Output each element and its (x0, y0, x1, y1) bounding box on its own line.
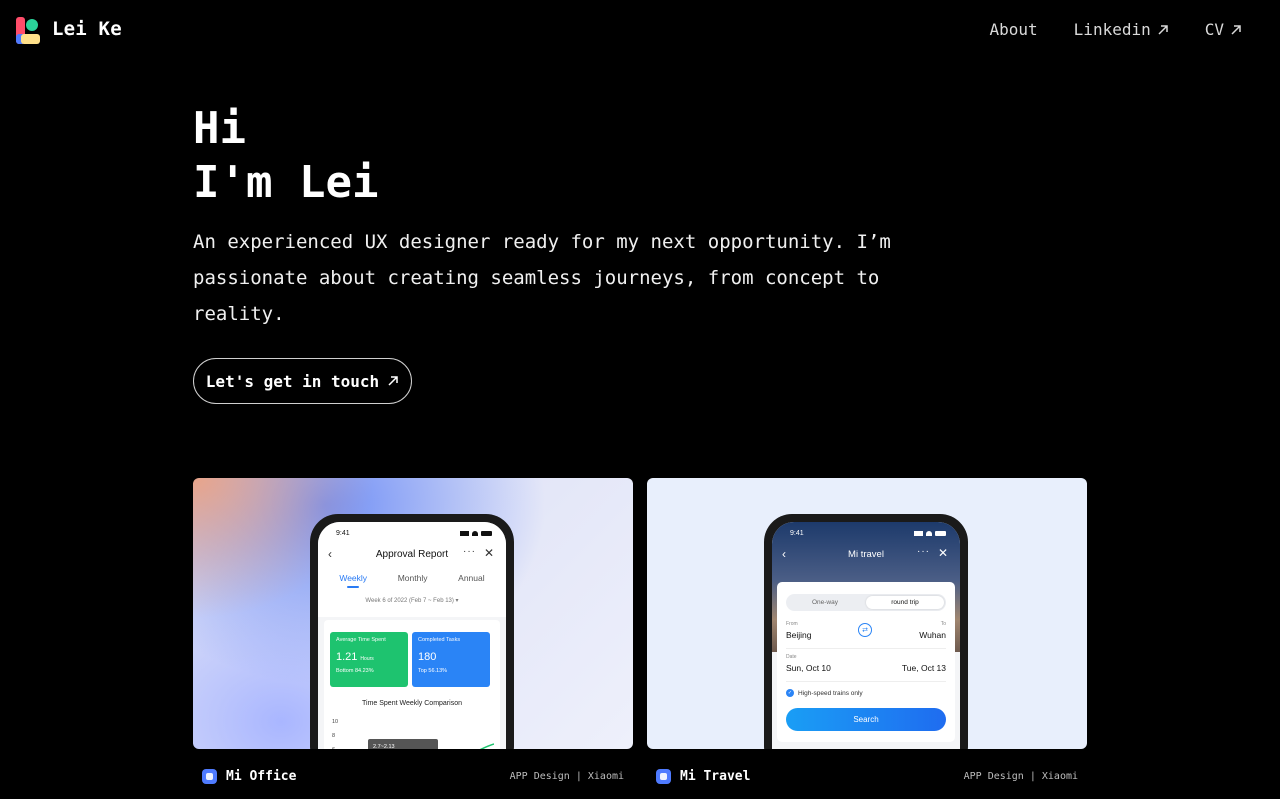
contact-button-label: Let's get in touch (205, 371, 380, 391)
date-label: Date (786, 654, 797, 660)
screen-title: Mi travel (848, 549, 884, 560)
more-icon: ··· (463, 546, 476, 557)
kpi-unit: Hours (360, 656, 374, 662)
project-caption-mi-travel[interactable]: Mi Travel APP Design | Xiaomi (647, 766, 1087, 786)
report-panel: Average Time Spent 1.21 Hours Bottom 84.2… (324, 620, 500, 749)
booking-form: One-way round trip From Beijing ⇄ To Wuh… (777, 582, 955, 742)
close-icon: ✕ (937, 546, 948, 560)
nav-about-label: About (989, 20, 1038, 39)
depart-date: Sun, Oct 10 (786, 663, 831, 673)
phone-screen: 9:41 ‹ Mi travel ··· ✕ One-way round tri… (772, 522, 960, 749)
kpi-footer: Top 56.13% (418, 668, 448, 674)
hero-greeting: Hi (193, 103, 246, 154)
week-selector: Week 6 of 2022 (Feb 7 ~ Feb 13) ▾ (365, 598, 459, 604)
round-trip-option: round trip (866, 596, 944, 609)
to-label: To (940, 621, 946, 627)
phone-mockup: 9:41 ‹ Approval Report ··· ✕ Weekly Mont… (310, 514, 514, 749)
kpi-label: Average Time Spent (336, 637, 386, 643)
search-button: Search (786, 708, 946, 731)
trip-type-toggle: One-way round trip (786, 594, 946, 611)
project-caption-mi-office[interactable]: Mi Office APP Design | Xiaomi (193, 766, 633, 786)
y-tick: 8 (332, 733, 336, 739)
project-card-mi-office[interactable]: 9:41 ‹ Approval Report ··· ✕ Weekly Mont… (193, 478, 633, 749)
tab-monthly: Monthly (397, 573, 428, 583)
site-header: Lei Ke About Linkedin CV (0, 0, 1280, 62)
more-icon: ··· (917, 546, 930, 557)
logo-icon[interactable] (16, 17, 40, 44)
nav-linkedin-link[interactable]: Linkedin (1074, 20, 1169, 39)
chart-title: Time Spent Weekly Comparison (362, 700, 462, 707)
report-tabs: Weekly Monthly Annual (318, 573, 506, 588)
divider (786, 648, 946, 649)
nav-cv-label: CV (1204, 20, 1224, 39)
hero-name: I'm Lei (193, 157, 379, 208)
project-card-mi-travel[interactable]: 9:41 ‹ Mi travel ··· ✕ One-way round tri… (647, 478, 1087, 749)
close-icon: ✕ (483, 546, 494, 560)
hero-description: An experienced UX designer ready for my … (193, 231, 891, 325)
y-tick: 10 (332, 719, 339, 725)
chart-tooltip: 2.7~2.13 (368, 739, 438, 749)
from-label: From (786, 621, 798, 627)
from-value: Beijing (786, 630, 812, 640)
hero-title: Hi I'm Lei (193, 102, 378, 210)
external-arrow-icon (1231, 24, 1241, 35)
week-label: Week 6 of 2022 (Feb 7 ~ Feb 13) (365, 598, 454, 604)
nav-about-link[interactable]: About (990, 20, 1038, 39)
status-icons (914, 530, 946, 537)
high-speed-label: High-speed trains only (798, 689, 863, 697)
high-speed-checkbox: ✓ High-speed trains only (786, 689, 863, 697)
main-nav: About Linkedin CV (990, 20, 1243, 39)
phone-screen: 9:41 ‹ Approval Report ··· ✕ Weekly Mont… (318, 522, 506, 749)
tab-annual: Annual (458, 573, 485, 583)
project-meta: APP Design | Xiaomi (963, 770, 1078, 782)
project-meta: APP Design | Xiaomi (509, 770, 624, 782)
project-name: Mi Travel (680, 768, 751, 784)
nav-cv-link[interactable]: CV (1205, 20, 1242, 39)
check-icon: ✓ (786, 689, 794, 697)
kpi-value: 1.21 (336, 651, 358, 663)
kpi-label: Completed Tasks (418, 637, 461, 643)
project-name: Mi Office (226, 768, 297, 784)
kpi-time-spent: Average Time Spent 1.21 Hours Bottom 84.2… (330, 632, 408, 687)
screen-title: Approval Report (375, 549, 449, 560)
kpi-completed-tasks: Completed Tasks 180 Top 56.13% (412, 632, 490, 687)
mi-travel-app-icon (656, 768, 671, 784)
status-time: 9:41 (790, 530, 804, 537)
swap-icon: ⇄ (858, 623, 872, 637)
y-tick: 6 (332, 747, 335, 749)
phone-mockup: 9:41 ‹ Mi travel ··· ✕ One-way round tri… (764, 514, 968, 749)
brand-name[interactable]: Lei Ke (52, 18, 122, 40)
one-way-option: One-way (811, 599, 838, 606)
external-arrow-icon (388, 376, 398, 386)
to-value: Wuhan (919, 630, 946, 640)
kpi-footer: Bottom 84.23% (336, 668, 374, 674)
nav-linkedin-label: Linkedin (1073, 20, 1151, 39)
return-date: Tue, Oct 13 (901, 663, 946, 673)
kpi-value: 180 (418, 651, 437, 663)
tab-weekly: Weekly (339, 573, 368, 588)
mi-office-app-icon (202, 768, 217, 784)
contact-button[interactable]: Let's get in touch (193, 358, 412, 404)
divider (786, 681, 946, 682)
external-arrow-icon (1158, 24, 1168, 35)
status-icons (460, 530, 492, 537)
status-time: 9:41 (336, 530, 350, 537)
